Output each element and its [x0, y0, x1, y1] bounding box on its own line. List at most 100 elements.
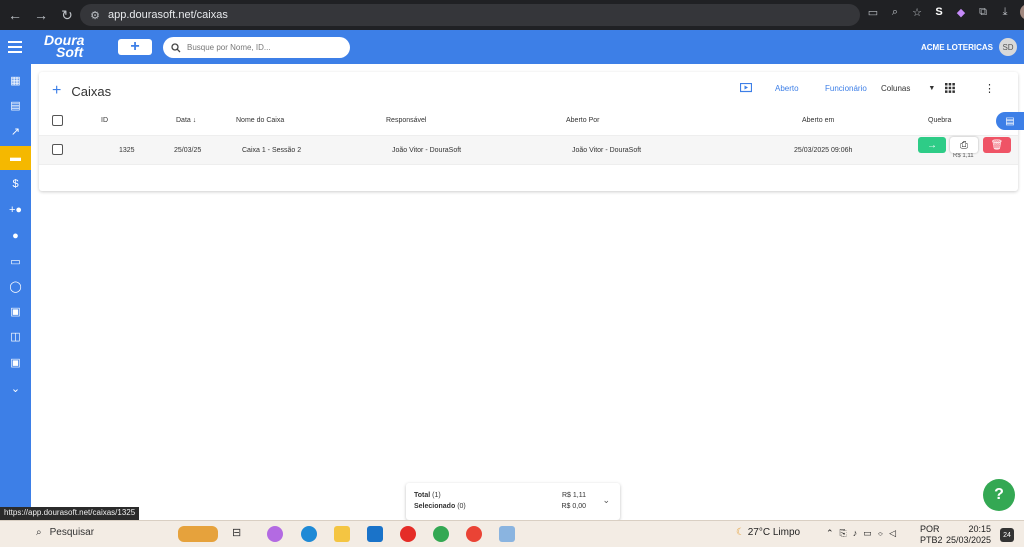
col-quebra[interactable]: Quebra [928, 117, 951, 124]
dropdown-arrow-icon: ▼ [928, 85, 936, 92]
archive-icon[interactable]: ▭ [0, 249, 31, 273]
add-caixa-icon[interactable]: + [52, 82, 61, 100]
system-tray-icons[interactable]: ⌃⎘♪▭⌔◁ [826, 528, 902, 539]
status-bar-url: https://app.dourasoft.net/caixas/1325 [0, 507, 140, 520]
arrow-right-icon: → [927, 139, 937, 151]
trash-icon: 🗑 [990, 139, 1004, 151]
total-label: Total [414, 492, 431, 499]
col-nome[interactable]: Nome do Caixa [236, 117, 284, 124]
expand-more-icon[interactable]: ⌄ [0, 376, 31, 400]
col-aberto-por[interactable]: Aberto Por [566, 117, 599, 124]
mail-icon[interactable] [367, 526, 383, 542]
cell-nome: Caixa 1 - Sessão 2 [242, 147, 302, 154]
caixas-icon[interactable]: ▬ [0, 146, 31, 170]
address-url: app.dourasoft.net/caixas [108, 9, 228, 21]
dashboard-icon[interactable]: ▦ [0, 68, 31, 92]
browser-toolbar: ← → ↻ ⚙ app.dourasoft.net/caixas ▭ ⌕ ☆ S… [0, 0, 1024, 30]
grid-view-icon[interactable] [945, 83, 955, 93]
page-title: + Caixas [52, 82, 112, 100]
cell-aberto-em: 25/03/2025 09:06h [794, 147, 853, 154]
expand-summary-icon[interactable]: ⌄ [602, 495, 610, 506]
col-data[interactable]: Data ↓ [176, 117, 196, 124]
selected-count: (0) [457, 503, 466, 510]
moon-icon: ☾ [736, 527, 745, 538]
site-info-icon[interactable]: ⚙ [88, 8, 102, 22]
app-icon[interactable] [499, 526, 515, 542]
edge-icon[interactable] [301, 526, 317, 542]
question-icon: ? [994, 486, 1004, 503]
os-taskbar: ⌕ Pesquisar ⊟ ☾ 27°C Limpo ⌃⎘♪▭⌔◁ POR PT… [0, 520, 1024, 547]
account-icon[interactable]: ● [0, 224, 31, 248]
more-options-icon[interactable]: ⋮ [984, 82, 995, 95]
notification-badge[interactable]: 24 [1000, 528, 1014, 542]
wallet-icon[interactable]: ▣ [0, 350, 31, 374]
back-icon[interactable]: ← [4, 4, 26, 26]
app-logo[interactable]: Doura Soft [44, 33, 84, 59]
select-all-checkbox[interactable] [52, 115, 63, 126]
copilot-icon[interactable] [267, 526, 283, 542]
whatsapp-icon[interactable]: ◯ [0, 274, 31, 298]
row-checkbox[interactable] [52, 144, 63, 155]
open-caixa-button[interactable]: → [918, 137, 946, 153]
delete-button[interactable]: 🗑 [983, 137, 1011, 153]
reports-icon[interactable]: ▤ [0, 93, 31, 117]
filter-funcionario[interactable]: Funcionário [825, 84, 867, 93]
clock[interactable]: 20:15 25/03/2025 [946, 524, 991, 546]
browser-extensions: ▭ ⌕ ☆ S ◆ ⧉ ⤓ B ⋮ [866, 4, 1024, 20]
extensions-puzzle-icon[interactable]: ⧉ [976, 5, 990, 19]
task-view-icon[interactable]: ⊟ [232, 526, 248, 542]
widget-food-icon[interactable] [178, 526, 218, 542]
search-icon: ⌕ [36, 527, 42, 538]
forward-icon[interactable]: → [30, 4, 52, 26]
profile-avatar[interactable]: B [1020, 4, 1024, 20]
total-value: R$ 1,11 [562, 492, 586, 499]
selected-value: R$ 0,00 [561, 503, 586, 510]
user-avatar[interactable]: SD [999, 38, 1017, 56]
caixas-card: + Caixas Aberto Funcionário Colunas ▼ ⋮ … [39, 72, 1018, 191]
map-icon[interactable]: ◫ [0, 324, 31, 348]
help-button[interactable]: ? [983, 479, 1015, 511]
live-icon[interactable] [740, 83, 752, 93]
table-row[interactable]: 1325 25/03/25 Caixa 1 - Sessão 2 João Vi… [39, 135, 1018, 165]
col-responsavel[interactable]: Responsável [386, 117, 426, 124]
chart-line-icon[interactable]: ↗ [0, 119, 31, 143]
sidebar: ▦ ▤ ↗ ▬ $ +● ● ▭ ◯ ▣ ◫ ▣ ⌄ [0, 64, 31, 520]
company-name[interactable]: ACME LOTERICAS [921, 43, 993, 52]
filter-aberto[interactable]: Aberto [775, 84, 799, 93]
download-icon[interactable]: ⤓ [998, 5, 1012, 19]
cell-id: 1325 [119, 147, 135, 154]
chrome-icon[interactable] [433, 526, 449, 542]
col-aberto-em[interactable]: Aberto em [802, 117, 834, 124]
cell-aberto-por: João Vitor - DouraSoft [572, 147, 642, 154]
chrome-profile-icon[interactable] [466, 526, 482, 542]
print-button[interactable]: ⎙ [950, 137, 978, 153]
taskbar-search[interactable]: ⌕ Pesquisar [36, 527, 94, 538]
cell-quebra: R$ 1,11 [953, 153, 974, 159]
totals-summary: Total (1) R$ 1,11 Selecionado (0) R$ 0,0… [406, 483, 620, 520]
app-topbar [0, 30, 1024, 64]
cast-icon[interactable]: ▭ [866, 5, 880, 19]
cell-data: 25/03/25 [174, 147, 202, 154]
printer-icon: ⎙ [960, 139, 968, 151]
bookmark-star-icon[interactable]: ☆ [910, 5, 924, 19]
opera-icon[interactable] [400, 526, 416, 542]
add-person-icon[interactable]: +● [0, 198, 31, 222]
columns-select[interactable]: Colunas ▼ [881, 84, 935, 93]
zoom-icon[interactable]: ⌕ [888, 5, 902, 19]
cell-responsavel: João Vitor - DouraSoft [392, 147, 462, 154]
search-icon [171, 42, 181, 52]
file-explorer-icon[interactable] [334, 526, 350, 542]
col-id[interactable]: ID [101, 117, 108, 124]
money-icon[interactable]: $ [0, 172, 31, 196]
search-input[interactable]: Busque por Nome, ID... [163, 37, 350, 58]
address-bar[interactable]: ⚙ app.dourasoft.net/caixas [80, 4, 860, 26]
reload-icon[interactable]: ↻ [56, 4, 78, 26]
weather-widget[interactable]: ☾ 27°C Limpo [736, 527, 800, 538]
extension-s-icon[interactable]: S [932, 5, 946, 19]
notes-tab-icon[interactable]: ▤ [996, 112, 1024, 130]
extension-color-icon[interactable]: ◆ [954, 5, 968, 19]
language-indicator[interactable]: POR PTB2 [920, 524, 943, 546]
new-button[interactable]: + [118, 39, 152, 55]
menu-icon[interactable] [8, 41, 22, 55]
calendar-icon[interactable]: ▣ [0, 299, 31, 323]
